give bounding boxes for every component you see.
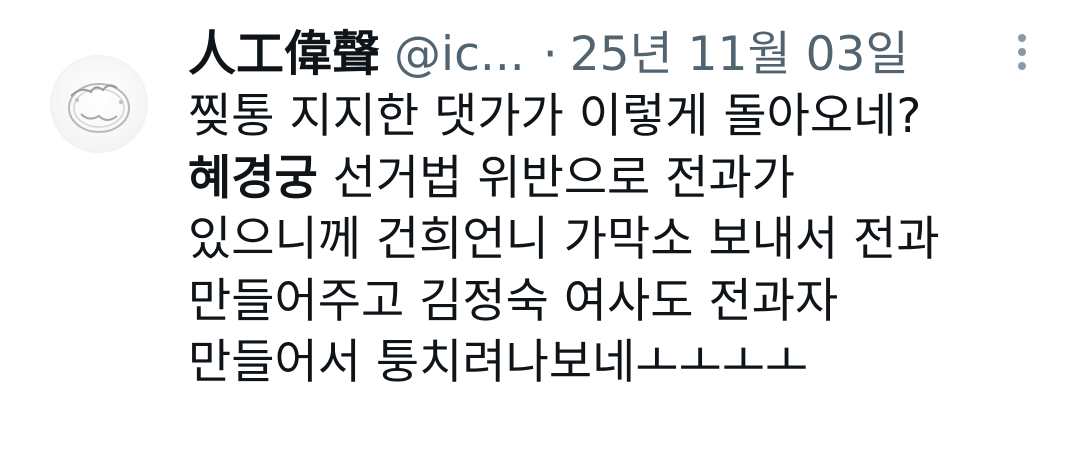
author-display-name[interactable]: 人工偉聲 [188, 14, 380, 84]
tweet-text: 찢통 지지한 댓가가 이렇게 돌아오네? 혜경궁 선거법 위반으로 전과가 있으… [188, 86, 1048, 394]
vertical-dots-icon [1010, 34, 1034, 70]
avatar[interactable] [50, 55, 148, 153]
tweet-text-line: 있으니께 건희언니 가막소 보내서 전과 [188, 212, 940, 267]
tweet-header: 人工偉聲 @ic... · 25년 11월 03일 [188, 14, 909, 86]
tweet-text-line: 찢통 지지한 댓가가 이렇게 돌아오네? [188, 89, 922, 144]
tweet-text-line: 만들어서 퉁치려나보네ㅗㅗㅗㅗ [188, 335, 809, 390]
tweet-text-line: 혜경궁 선거법 위반으로 전과가 [188, 148, 1048, 210]
tweet-text-rest: 선거법 위반으로 전과가 [317, 150, 795, 206]
tweet-card[interactable]: 人工偉聲 @ic... · 25년 11월 03일 찢통 지지한 댓가가 이렇게… [0, 0, 1080, 469]
more-options-button[interactable] [1010, 34, 1034, 80]
header-separator: · [542, 27, 558, 82]
tweet-text-bold: 혜경궁 [188, 150, 318, 206]
author-handle[interactable]: @ic... [394, 27, 525, 82]
tweet-text-line: 만들어주고 김정숙 여사도 전과자 [188, 273, 839, 329]
ring-necklace-avatar-icon [68, 83, 130, 133]
tweet-date[interactable]: 25년 11월 03일 [570, 15, 909, 84]
